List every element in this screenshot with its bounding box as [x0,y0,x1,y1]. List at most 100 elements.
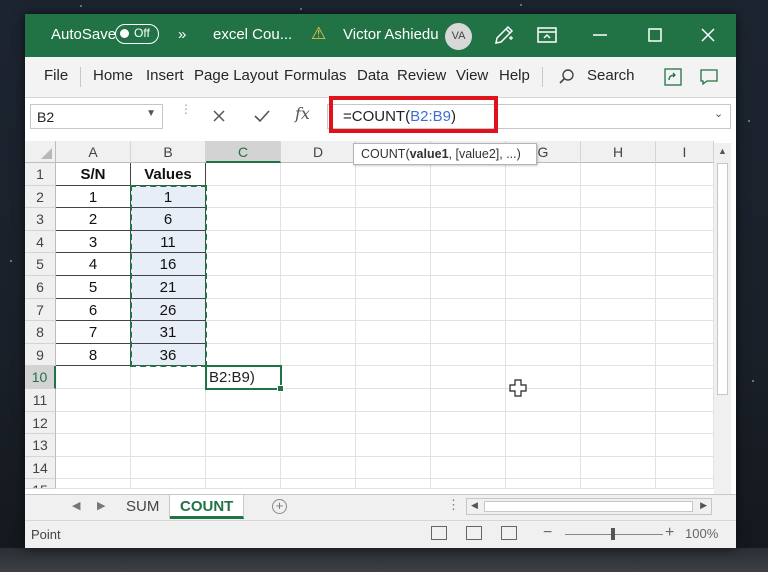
pen-icon[interactable] [492,23,516,47]
prev-sheet-icon[interactable]: ◀ [72,499,80,512]
grid-cell[interactable] [506,411,581,435]
menu-insert[interactable]: Insert [146,67,184,84]
grid-cell[interactable] [581,253,656,276]
expand-formula-bar-icon[interactable]: ⌄ [714,107,723,120]
grid-cell[interactable] [281,185,356,209]
share-icon[interactable] [663,67,683,87]
zoom-out-button[interactable]: − [543,524,552,542]
active-cell-c10[interactable]: B2:B9) [205,365,284,392]
grid-cell[interactable] [281,456,356,480]
grid-cell[interactable] [581,163,656,186]
row-header[interactable]: 9 [25,343,56,367]
grid-cell[interactable] [356,163,431,186]
row-header[interactable]: 1 [25,163,56,186]
ribbon-display-icon[interactable] [535,23,559,47]
grid-cell[interactable] [281,163,356,186]
search-icon[interactable] [558,68,576,86]
menu-file[interactable]: File [44,67,68,84]
grid-cell[interactable] [656,298,714,322]
column-header[interactable]: I [656,141,714,163]
function-tooltip[interactable]: COUNT(value1, [value2], ...) [353,143,537,165]
more-commands-icon[interactable]: » [178,26,186,43]
sn-cell[interactable]: 2 [56,208,131,231]
grid-cell[interactable] [656,456,714,480]
add-sheet-icon[interactable]: + [272,499,287,514]
user-name[interactable]: Victor Ashiedu [343,26,439,43]
sn-cell[interactable]: 1 [56,185,131,209]
row-header[interactable]: 8 [25,321,56,344]
grid-cell[interactable] [281,298,356,322]
grid-cell[interactable] [281,366,356,389]
grid-cell[interactable] [431,298,506,322]
grid-cell[interactable] [506,276,581,299]
grid-cell[interactable] [56,479,131,490]
grid-cell[interactable] [431,253,506,276]
sn-cell[interactable]: 5 [56,276,131,299]
grid-cell[interactable] [131,434,206,457]
tab-count[interactable]: COUNT [170,495,245,519]
scroll-thumb[interactable] [717,163,728,395]
sn-cell[interactable]: 8 [56,343,131,367]
grid-cell[interactable] [281,321,356,344]
grid-cell[interactable] [506,434,581,457]
comments-icon[interactable] [699,67,719,87]
grid-cell[interactable] [581,298,656,322]
grid-cell[interactable] [581,343,656,367]
column-header[interactable]: A [56,141,131,163]
grid-cell[interactable] [356,434,431,457]
grid-cell[interactable] [656,389,714,412]
sn-cell[interactable]: 6 [56,298,131,322]
grid-cell[interactable] [356,253,431,276]
page-break-view-icon[interactable] [501,526,517,540]
menu-home[interactable]: Home [93,67,133,84]
tab-sum[interactable]: SUM [116,495,171,519]
grid-cell[interactable] [281,479,356,490]
grid-cell[interactable] [356,411,431,435]
grid-cell[interactable] [581,479,656,490]
grid-cell[interactable] [206,298,281,322]
drag-handle-icon[interactable]: ⋮ [180,102,192,116]
grid-cell[interactable] [281,434,356,457]
search-button[interactable]: Search [587,67,635,84]
close-icon[interactable] [696,23,720,47]
header-values-cell[interactable]: Values [131,163,206,186]
grid-cell[interactable] [506,456,581,480]
grid-cell[interactable] [281,230,356,254]
row-header[interactable]: 3 [25,208,56,231]
grid-cell[interactable] [581,411,656,435]
grid-cell[interactable] [656,411,714,435]
autosave-toggle[interactable]: Off [115,24,159,44]
menu-review[interactable]: Review [397,67,446,84]
grid-cell[interactable] [506,479,581,490]
row-header[interactable]: 5 [25,253,56,276]
row-header[interactable]: 10 [25,366,56,389]
column-header[interactable]: C [206,141,281,163]
grid-cell[interactable] [356,230,431,254]
grid-cell[interactable] [656,434,714,457]
normal-view-icon[interactable] [431,526,447,540]
grid-cell[interactable] [431,411,506,435]
grid-cell[interactable] [656,185,714,209]
grid-cell[interactable] [431,276,506,299]
grid-cell[interactable] [56,434,131,457]
grid-cell[interactable] [206,230,281,254]
grid-cell[interactable] [581,208,656,231]
column-header[interactable]: H [581,141,656,163]
grid-cell[interactable] [131,411,206,435]
grid-cell[interactable] [431,208,506,231]
grid-cell[interactable] [281,253,356,276]
row-header[interactable]: 13 [25,434,56,457]
grid-cell[interactable] [581,456,656,480]
grid-cell[interactable] [206,411,281,435]
grid-cell[interactable] [656,276,714,299]
scroll-thumb[interactable] [484,501,693,512]
grid-cell[interactable] [506,253,581,276]
column-header[interactable]: D [281,141,356,163]
avatar[interactable]: VA [445,23,472,50]
row-header[interactable]: 14 [25,456,56,480]
grid-cell[interactable] [206,163,281,186]
grid-cell[interactable] [281,411,356,435]
grid-cell[interactable] [656,366,714,389]
grid-cell[interactable] [506,163,581,186]
zoom-in-button[interactable]: + [665,524,674,542]
